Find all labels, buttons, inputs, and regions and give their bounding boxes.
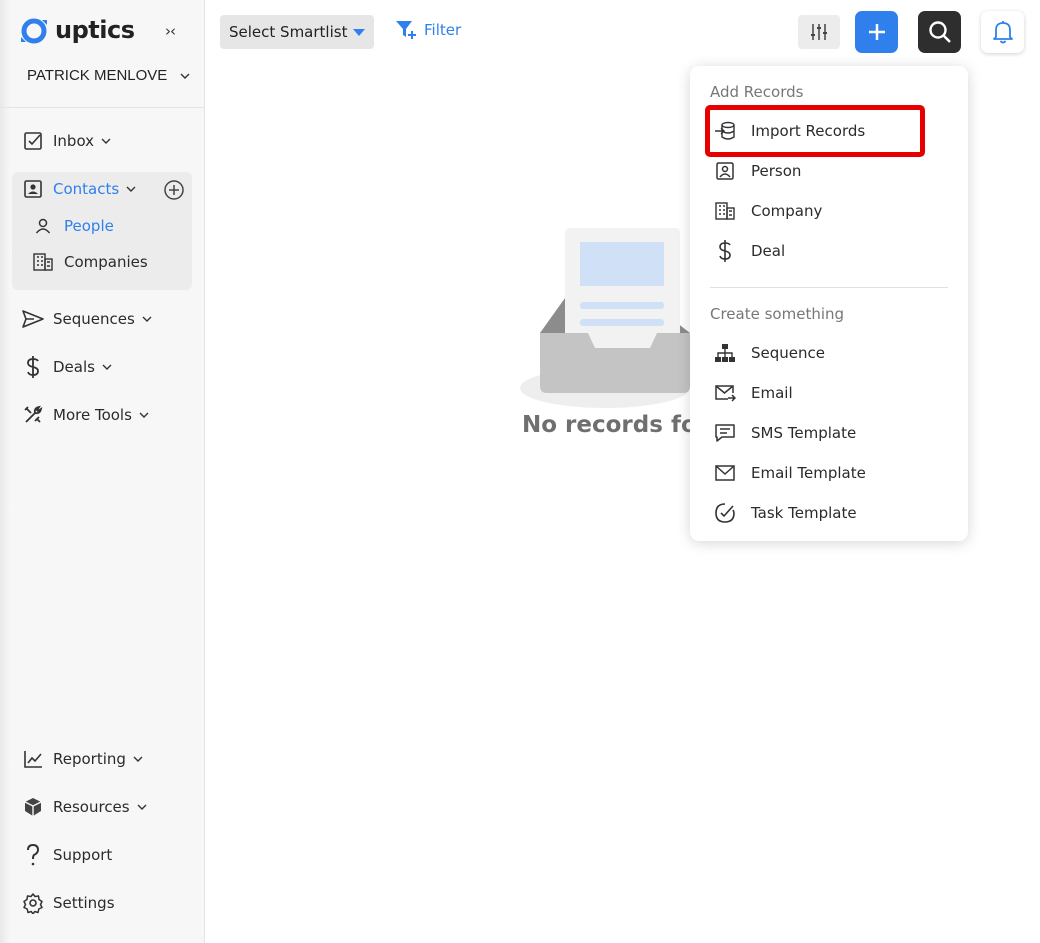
sidebar-item-label: Resources [53,798,130,816]
sidebar-divider [0,107,205,108]
chevron-down-icon [137,804,147,810]
sidebar-item-companies[interactable]: Companies [32,252,148,272]
plus-icon [868,24,885,40]
sidebar-item-sequences[interactable]: Sequences [22,308,152,330]
menu-item-label: Task Template [751,504,857,522]
menu-item-email[interactable]: Email [714,382,793,404]
chevron-down-icon [142,316,152,322]
sidebar-item-label: Contacts [53,180,120,198]
sidebar-item-resources[interactable]: Resources [22,796,147,818]
menu-item-person[interactable]: Person [714,160,801,182]
menu-item-label: Company [751,202,823,220]
building-icon [32,252,54,272]
envelope-icon [714,462,736,484]
smartlist-label: Select Smartlist [229,23,348,41]
menu-item-label: Sequence [751,344,825,362]
filter-add-icon [396,21,416,39]
menu-divider [710,287,948,288]
sidebar-item-more-tools[interactable]: More Tools [22,404,149,426]
inbox-check-icon [22,130,44,152]
empty-state-text: No records found [522,412,697,438]
sidebar-item-label: Deals [53,358,95,376]
import-records-highlight [705,105,925,157]
search-icon [928,21,951,43]
app-name: uptics [55,15,135,44]
menu-item-task-template[interactable]: Task Template [714,502,857,524]
sms-icon [714,422,736,444]
sidebar-item-label: Sequences [53,310,135,328]
add-contact-icon[interactable] [163,179,185,201]
menu-item-sequence[interactable]: Sequence [714,342,825,364]
tools-icon [22,404,44,426]
dollar-icon [22,356,44,378]
question-icon [22,844,44,866]
hierarchy-icon [714,342,736,364]
filter-button[interactable]: Filter [395,20,461,40]
sidebar-item-label: More Tools [53,406,132,424]
gear-icon [22,892,44,914]
dollar-icon [714,240,736,262]
sidebar-item-label: Support [53,846,113,864]
app-logo[interactable]: uptics [20,15,135,45]
sidebar-item-people[interactable]: People [32,216,114,236]
email-send-icon [714,382,736,404]
uptics-logo-icon [21,18,47,44]
send-icon [22,308,44,330]
user-menu[interactable]: PATRICK MENLOVE [27,67,190,84]
contact-card-icon [22,178,44,200]
menu-item-label: SMS Template [751,424,857,442]
sidebar-item-label: Companies [64,253,148,271]
view-settings-button[interactable] [798,15,840,49]
sidebar-item-deals[interactable]: Deals [22,356,112,378]
menu-item-label: Person [751,162,802,180]
building-icon [714,200,736,222]
filter-label: Filter [424,21,462,39]
menu-item-email-template[interactable]: Email Template [714,462,866,484]
caret-down-icon [353,28,366,36]
menu-item-company[interactable]: Company [714,200,822,222]
notifications-button[interactable] [981,11,1024,53]
sidebar-item-contacts[interactable]: Contacts [22,178,136,200]
bell-icon [992,21,1013,44]
sliders-icon [811,24,827,40]
menu-item-label: Deal [751,242,786,260]
sidebar-item-label: Settings [53,894,115,912]
chevron-down-icon [101,138,111,144]
empty-inbox-illustration [520,228,690,408]
create-something-heading: Create something [710,305,845,323]
menu-item-sms-template[interactable]: SMS Template [714,422,856,444]
sidebar-item-label: Reporting [53,750,126,768]
add-records-heading: Add Records [710,83,804,101]
task-check-icon [714,502,736,524]
user-name: PATRICK MENLOVE [27,67,168,84]
box-icon [22,796,44,818]
sidebar-item-support[interactable]: Support [22,844,112,866]
chevron-down-icon [139,412,149,418]
menu-item-deal[interactable]: Deal [714,240,785,262]
sidebar-item-settings[interactable]: Settings [22,892,115,914]
menu-item-label: Email [751,384,793,402]
chart-line-icon [22,748,44,770]
sidebar-item-inbox[interactable]: Inbox [22,130,111,152]
person-card-icon [714,160,736,182]
smartlist-select[interactable]: Select Smartlist [220,15,375,49]
chevron-down-icon [180,73,190,79]
search-button[interactable] [918,11,961,53]
chevron-down-icon [133,756,143,762]
person-icon [32,216,54,236]
sidebar-item-reporting[interactable]: Reporting [22,748,143,770]
menu-item-label: Email Template [751,464,866,482]
sidebar: uptics ›‹ PATRICK MENLOVE Inbox Contacts… [0,0,205,943]
chevron-down-icon [102,364,112,370]
sidebar-item-label: Inbox [53,132,95,150]
chevron-down-icon [126,186,136,192]
add-button[interactable] [855,11,898,53]
collapse-sidebar-icon[interactable]: ›‹ [165,22,176,40]
sidebar-item-label: People [64,217,114,235]
